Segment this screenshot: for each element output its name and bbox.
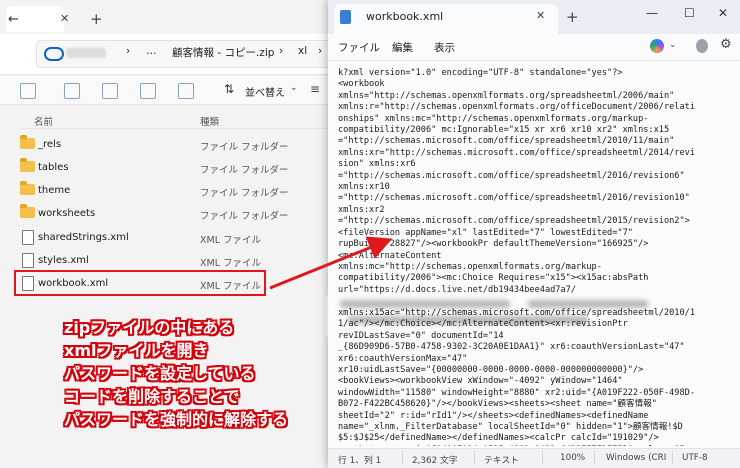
menu-edit[interactable]: 編集 <box>392 40 413 55</box>
file-name: _rels <box>38 139 62 150</box>
status-line-ending[interactable]: Windows (CRI <box>606 453 666 463</box>
file-name: sharedStrings.xml <box>38 232 129 243</box>
annotation-line: xmlファイルを開き <box>64 341 209 360</box>
sort-button[interactable]: 並べ替え <box>245 84 285 99</box>
status-zoom[interactable]: 100% <box>560 453 585 463</box>
file-type: ファイル フォルダー <box>200 188 289 199</box>
breadcrumb-zip[interactable]: 顧客情報 - コピー.zip <box>172 45 274 60</box>
paste-icon[interactable] <box>64 83 80 99</box>
status-encoding[interactable]: UTF-8 <box>682 453 708 463</box>
blurred-address-segment <box>66 48 106 58</box>
status-char-count: 2,362 文字 <box>412 456 458 466</box>
status-divider <box>672 451 673 464</box>
delete-icon[interactable] <box>178 83 194 99</box>
view-icon[interactable]: ≡ <box>310 82 320 96</box>
rename-icon[interactable] <box>102 83 118 99</box>
blurred-text <box>340 300 510 308</box>
folder-icon <box>20 135 35 149</box>
copilot-icon[interactable] <box>650 39 664 53</box>
status-divider <box>594 451 595 464</box>
xml-file-icon <box>22 253 34 268</box>
breadcrumb-separator: › <box>318 45 323 57</box>
notepad-file-icon <box>340 10 351 24</box>
minimize-icon[interactable]: — <box>646 6 658 20</box>
status-bar <box>328 448 740 468</box>
chevron-down-icon[interactable]: ⌄ <box>290 83 298 93</box>
file-name: theme <box>38 185 71 196</box>
file-type: ファイル フォルダー <box>200 211 289 222</box>
file-name: worksheets <box>38 208 96 219</box>
status-format: テキスト <box>484 456 519 466</box>
breadcrumb-separator: › <box>279 45 284 57</box>
breadcrumb-xl[interactable]: xl <box>298 45 307 57</box>
menu-file[interactable]: ファイル <box>338 40 380 55</box>
breadcrumb-separator: › <box>126 45 131 57</box>
sort-icon[interactable]: ⇅ <box>224 82 234 96</box>
file-type: XML ファイル <box>200 258 262 269</box>
editor-text-bottom[interactable]: xmlns:x15ac="http://schemas.microsoft.co… <box>338 308 738 446</box>
annotation-line: zipファイルの中にある <box>64 318 235 337</box>
list-item[interactable]: worksheets ファイル フォルダー <box>14 203 328 225</box>
menu-view[interactable]: 表示 <box>434 40 455 55</box>
back-icon[interactable]: ← <box>8 12 19 27</box>
new-tab-icon[interactable]: + <box>90 10 103 28</box>
maximize-icon[interactable]: ☐ <box>684 6 695 20</box>
copy-icon[interactable] <box>20 83 36 99</box>
notepad-tab-title: workbook.xml <box>366 10 444 23</box>
list-item[interactable]: theme ファイル フォルダー <box>14 180 328 202</box>
blurred-text <box>528 300 648 308</box>
close-tab-icon[interactable]: ✕ <box>60 12 69 25</box>
highlight-box <box>14 270 266 296</box>
annotation-line: コードを削除することで <box>64 387 240 406</box>
file-type: ファイル フォルダー <box>200 142 289 153</box>
red-arrow <box>269 236 393 290</box>
column-header-name[interactable]: 名前 <box>34 114 53 128</box>
share-icon[interactable] <box>140 83 156 99</box>
breadcrumb-ellipsis[interactable]: … <box>146 45 157 57</box>
column-header-type[interactable]: 種類 <box>200 114 219 128</box>
folder-icon <box>20 181 35 195</box>
list-item[interactable]: tables ファイル フォルダー <box>14 157 328 179</box>
header-divider <box>20 128 330 129</box>
folder-icon <box>20 158 35 172</box>
status-divider <box>474 451 475 464</box>
annotation-line: パスワードを設定している <box>64 364 256 383</box>
close-window-icon[interactable]: ✕ <box>718 6 728 20</box>
editor-text-top[interactable]: k?xml version="1.0" encoding="UTF-8" sta… <box>338 68 738 296</box>
avatar[interactable] <box>696 39 708 53</box>
annotation-line: パスワードを強制的に解除する <box>64 410 289 429</box>
status-divider <box>402 451 403 464</box>
gear-icon[interactable]: ⚙ <box>720 37 732 52</box>
status-position: 行 1、列 1 <box>338 456 382 466</box>
close-tab-icon[interactable]: ✕ <box>536 9 545 22</box>
file-name: tables <box>38 162 69 173</box>
new-tab-icon[interactable]: + <box>566 8 579 26</box>
xml-file-icon <box>22 230 34 245</box>
folder-icon <box>20 204 35 218</box>
file-name: styles.xml <box>38 255 89 266</box>
list-item[interactable]: _rels ファイル フォルダー <box>14 134 328 156</box>
file-type: ファイル フォルダー <box>200 165 289 176</box>
onedrive-cloud-icon <box>44 47 64 61</box>
file-type: XML ファイル <box>200 235 262 246</box>
status-divider <box>542 451 543 464</box>
chevron-down-icon[interactable]: ⌄ <box>669 40 677 50</box>
notepad-menubar <box>328 34 740 61</box>
